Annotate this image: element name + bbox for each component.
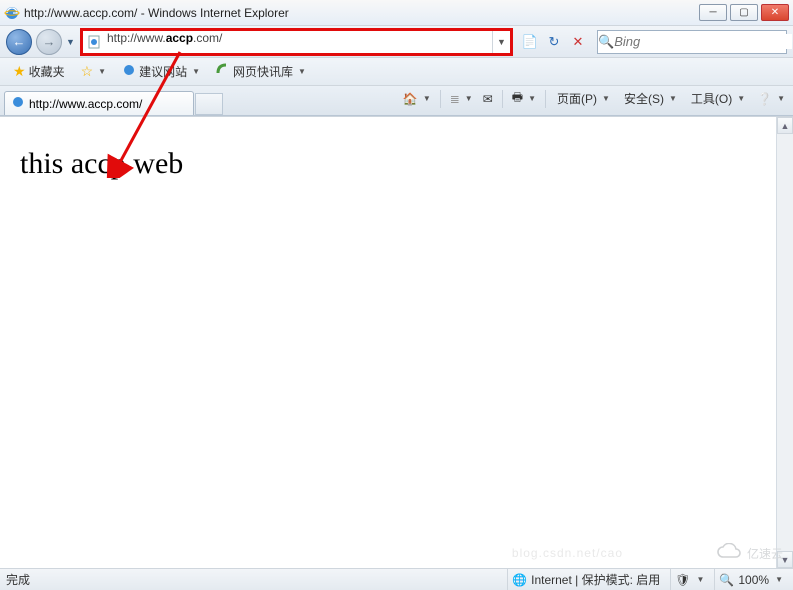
favorites-label: 收藏夹 xyxy=(29,63,65,80)
read-mail-button[interactable]: ✉ xyxy=(479,89,497,109)
watermark-blog: blog.csdn.net/cao xyxy=(512,546,623,560)
nav-history-dropdown[interactable]: ▼ xyxy=(66,37,78,47)
star-add-icon: ☆ xyxy=(81,63,94,80)
chevron-down-icon: ▼ xyxy=(98,67,106,76)
favorites-button[interactable]: ★ 收藏夹 xyxy=(6,60,72,83)
suggested-sites-label: 建议网站 xyxy=(139,63,187,80)
shield-icon: 🛡 xyxy=(675,573,690,587)
watermark-brand-text: 亿速云 xyxy=(747,545,783,562)
zoom-level: 100% xyxy=(738,573,769,587)
safety-menu[interactable]: 安全(S)▼ xyxy=(618,87,683,110)
compat-view-icon[interactable]: 📄 xyxy=(519,31,541,53)
ie-small-icon xyxy=(122,63,136,80)
url-suffix: .com/ xyxy=(193,31,222,45)
window-controls: ─ ▢ ✕ xyxy=(699,4,789,21)
separator xyxy=(440,90,441,108)
search-box[interactable]: 🔍 ▼ xyxy=(597,30,787,54)
url-host: accp xyxy=(166,31,193,45)
tools-menu-label: 工具(O) xyxy=(691,90,732,107)
page-icon xyxy=(86,34,102,50)
maximize-button[interactable]: ▢ xyxy=(730,4,758,21)
feeds-button[interactable]: ≣▼ xyxy=(446,89,477,109)
status-text: 完成 xyxy=(6,571,30,588)
minimize-button[interactable]: ─ xyxy=(699,4,727,21)
status-protected-dropdown[interactable]: 🛡▼ xyxy=(670,569,708,590)
content-viewport: this accp web ▲ ▼ xyxy=(0,116,793,568)
globe-icon: 🌐 xyxy=(512,573,527,587)
search-input[interactable] xyxy=(614,34,792,49)
suggested-sites-link[interactable]: 建议网站 ▼ xyxy=(115,60,207,83)
tools-menu[interactable]: 工具(O)▼ xyxy=(685,87,751,110)
home-icon: 🏠 xyxy=(403,92,418,106)
status-zone[interactable]: 🌐 Internet | 保护模式: 启用 xyxy=(507,569,664,590)
forward-button[interactable]: → xyxy=(36,29,62,55)
new-tab-button[interactable] xyxy=(195,93,223,115)
search-icon[interactable]: 🔍 xyxy=(598,34,614,50)
zoom-icon: 🔍 xyxy=(719,573,734,587)
window-title: http://www.accp.com/ - Windows Internet … xyxy=(24,6,699,20)
add-favorite-button[interactable]: ☆ ▼ xyxy=(74,60,113,83)
navigation-bar: ← → ▼ http://www.accp.com/ ▼ 📄 ↻ ✕ 🔍 ▼ xyxy=(0,26,793,58)
refresh-button[interactable]: ↻ xyxy=(543,31,565,53)
tab-active[interactable]: http://www.accp.com/ xyxy=(4,91,194,115)
cloud-icon xyxy=(715,543,743,564)
safety-menu-label: 安全(S) xyxy=(624,90,664,107)
chevron-down-icon: ▼ xyxy=(192,67,200,76)
address-bar[interactable]: http://www.accp.com/ ▼ xyxy=(82,30,511,54)
chevron-down-icon: ▼ xyxy=(298,67,306,76)
address-dropdown[interactable]: ▼ xyxy=(492,31,510,53)
page-body: this accp web xyxy=(0,117,776,568)
separator xyxy=(545,90,546,108)
stop-button[interactable]: ✕ xyxy=(567,31,589,53)
help-icon: ❔ xyxy=(757,92,772,106)
page-menu-label: 页面(P) xyxy=(557,90,597,107)
home-button[interactable]: 🏠▼ xyxy=(399,89,435,109)
back-button[interactable]: ← xyxy=(6,29,32,55)
close-button[interactable]: ✕ xyxy=(761,4,789,21)
star-icon: ★ xyxy=(13,63,26,80)
mail-icon: ✉ xyxy=(483,92,493,106)
rss-icon: ≣ xyxy=(450,92,460,106)
tab-title: http://www.accp.com/ xyxy=(29,97,142,111)
nav-tools: 📄 ↻ ✕ xyxy=(519,31,589,53)
scroll-track[interactable] xyxy=(777,134,793,551)
web-slice-link[interactable]: 网页快讯库 ▼ xyxy=(209,60,313,83)
url-prefix: http://www. xyxy=(107,31,166,45)
slice-icon xyxy=(216,63,230,80)
ie-logo-icon xyxy=(4,5,20,21)
status-zone-text: Internet | 保护模式: 启用 xyxy=(531,571,660,588)
tab-bar: http://www.accp.com/ 🏠▼ ≣▼ ✉ 🖶▼ 页面(P)▼ 安… xyxy=(0,86,793,116)
scroll-up-button[interactable]: ▲ xyxy=(777,117,793,134)
help-button[interactable]: ❔▼ xyxy=(753,89,789,109)
address-input[interactable]: http://www.accp.com/ xyxy=(105,31,492,53)
zoom-control[interactable]: 🔍 100% ▼ xyxy=(714,569,787,590)
page-menu[interactable]: 页面(P)▼ xyxy=(551,87,616,110)
vertical-scrollbar[interactable]: ▲ ▼ xyxy=(776,117,793,568)
favorites-bar: ★ 收藏夹 ☆ ▼ 建议网站 ▼ 网页快讯库 ▼ xyxy=(0,58,793,86)
ie-page-icon xyxy=(11,95,25,112)
watermark-brand: 亿速云 xyxy=(715,543,783,564)
web-slice-label: 网页快讯库 xyxy=(233,63,293,80)
print-button[interactable]: 🖶▼ xyxy=(508,85,540,112)
separator xyxy=(502,90,503,108)
print-icon: 🖶 xyxy=(512,88,523,109)
status-bar: 完成 🌐 Internet | 保护模式: 启用 🛡▼ 🔍 100% ▼ xyxy=(0,568,793,590)
command-bar: 🏠▼ ≣▼ ✉ 🖶▼ 页面(P)▼ 安全(S)▼ 工具(O)▼ ❔▼ xyxy=(399,85,789,115)
window-titlebar: http://www.accp.com/ - Windows Internet … xyxy=(0,0,793,26)
page-heading-text: this accp web xyxy=(20,147,756,181)
